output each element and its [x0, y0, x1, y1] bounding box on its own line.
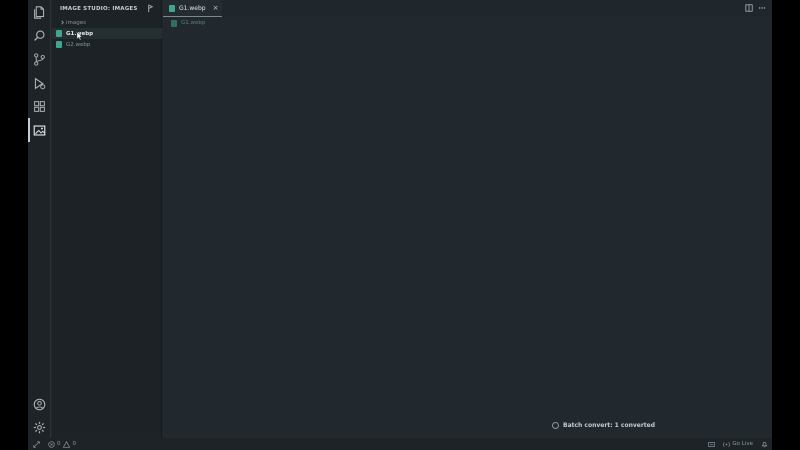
notification-text: Batch convert: 1 converted [563, 422, 656, 429]
close-icon[interactable]: × [213, 4, 219, 12]
remote-icon[interactable] [32, 440, 40, 448]
warning-icon [63, 440, 71, 448]
activity-bar [28, 0, 51, 438]
tab-label: G1.webp [179, 4, 206, 12]
status-notification: Batch convert: 1 converted [552, 420, 655, 431]
search-icon[interactable] [28, 25, 51, 45]
explorer-sidebar: IMAGE STUDIO: IMAGES images G1.webp G2.w… [52, 0, 162, 438]
editor-area[interactable] [163, 17, 772, 438]
go-live-button[interactable]: Go Live [722, 440, 753, 448]
status-bar: 0 0 Go Live [28, 438, 772, 450]
tree-item-label: images [66, 19, 86, 26]
sidebar-header: IMAGE STUDIO: IMAGES [52, 0, 161, 17]
image-file-icon [169, 4, 175, 12]
file-g2[interactable]: G2.webp [52, 39, 162, 50]
chevron-right-icon [58, 20, 66, 25]
folder-images[interactable]: images [52, 17, 162, 28]
files-icon[interactable] [28, 2, 51, 22]
go-live-label: Go Live [732, 441, 753, 447]
more-actions-icon[interactable] [758, 4, 766, 12]
feedback-icon[interactable] [707, 440, 715, 448]
account-icon[interactable] [28, 394, 51, 414]
error-icon [47, 440, 55, 448]
image-file-icon [56, 41, 62, 48]
image-icon[interactable] [28, 118, 51, 142]
breadcrumb[interactable]: G1.webp [171, 18, 205, 28]
info-icon [552, 422, 559, 429]
warning-count: 0 [72, 441, 77, 447]
run-debug-icon[interactable] [28, 73, 51, 93]
tab-bar: G1.webp × [163, 0, 772, 17]
notifications-bell-icon[interactable] [760, 440, 768, 448]
image-file-icon [56, 30, 62, 37]
app-window: IMAGE STUDIO: IMAGES images G1.webp G2.w… [28, 0, 772, 450]
breadcrumb-label: G1.webp [181, 20, 206, 26]
tree-item-label: G2.webp [66, 41, 91, 48]
editor-actions [745, 4, 766, 12]
sidebar-title: IMAGE STUDIO: IMAGES [60, 5, 138, 12]
broadcast-icon [722, 440, 730, 448]
error-count: 0 [57, 441, 61, 447]
tab-g1[interactable]: G1.webp × [163, 0, 222, 17]
image-file-icon [171, 19, 177, 27]
problems-indicator[interactable]: 0 0 [47, 440, 76, 448]
extensions-icon[interactable] [28, 96, 51, 116]
settings-gear-icon[interactable] [28, 417, 51, 437]
file-g1[interactable]: G1.webp [52, 28, 162, 41]
split-editor-icon[interactable] [745, 4, 753, 12]
source-control-icon[interactable] [28, 49, 51, 69]
refresh-icon[interactable] [146, 4, 155, 13]
